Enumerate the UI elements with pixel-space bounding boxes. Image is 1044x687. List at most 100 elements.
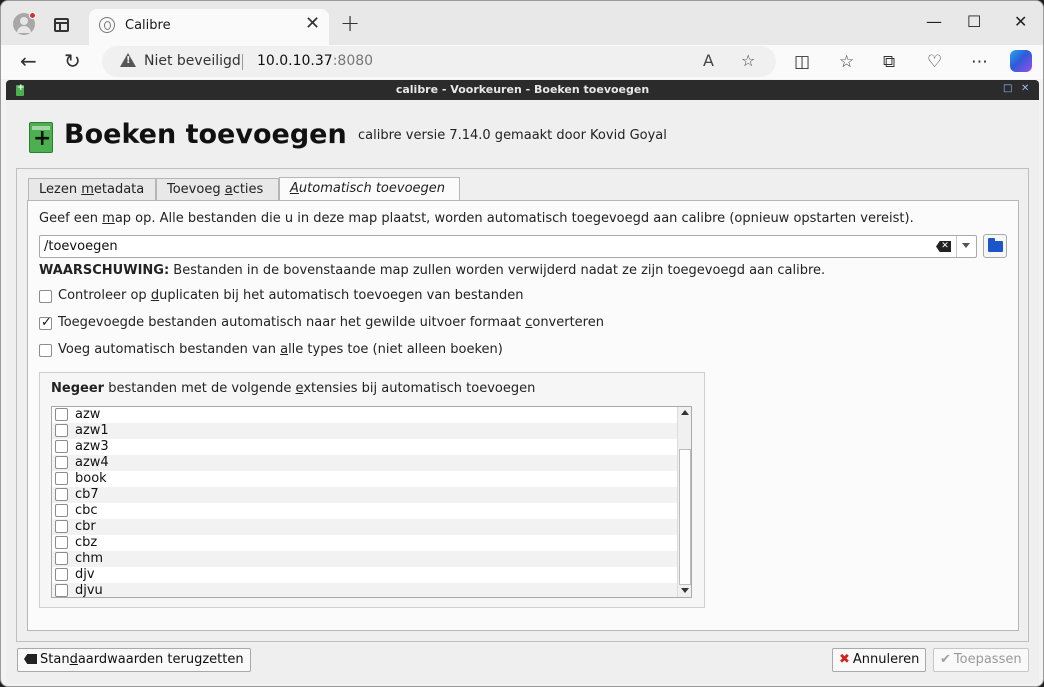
restore-defaults-button[interactable]: Standaardwaarden terugzetten [17, 648, 251, 672]
extension-label: djv [75, 567, 95, 582]
chevron-down-icon[interactable] [962, 243, 970, 248]
browser-essentials-icon[interactable]: ♡ [927, 52, 942, 72]
cancel-x-icon: ✖ [839, 652, 850, 667]
calibre-maximize-button[interactable]: □ [1003, 83, 1012, 94]
extension-label: azw3 [75, 439, 109, 454]
add-all-types-label[interactable]: Voeg automatisch bestanden van alle type… [58, 342, 503, 357]
extension-label: chm [75, 551, 104, 566]
tab-title: Calibre [125, 18, 171, 33]
list-scrollbar[interactable] [677, 407, 691, 597]
ignore-extensions-group: Negeer bestanden met de volgende extensi… [39, 372, 705, 608]
extension-checkbox[interactable] [55, 504, 68, 517]
extension-checkbox[interactable] [55, 440, 68, 453]
window-maximize-button[interactable]: ☐ [967, 13, 981, 31]
more-menu-icon[interactable]: ⋯ [971, 52, 988, 72]
extension-checkbox[interactable] [55, 536, 68, 549]
extension-label: azw [75, 407, 101, 422]
list-item[interactable]: djvu [52, 583, 678, 598]
list-item[interactable]: cb7 [52, 487, 678, 503]
split-screen-icon[interactable]: ◫ [794, 52, 810, 72]
favorite-star-icon[interactable]: ☆ [741, 51, 755, 71]
list-item[interactable]: chm [52, 551, 678, 567]
address-separator [242, 54, 243, 70]
apply-check-icon: ✔ [940, 652, 951, 667]
add-books-icon [29, 122, 53, 153]
extension-checkbox[interactable] [55, 584, 68, 597]
back-arrow-icon[interactable]: ← [20, 50, 37, 72]
window-minimize-button[interactable]: — [926, 13, 942, 31]
extension-checkbox[interactable] [55, 456, 68, 469]
security-label[interactable]: Niet beveiligd [144, 53, 241, 69]
list-item[interactable]: azw1 [52, 423, 678, 439]
scrollbar-thumb[interactable] [679, 449, 691, 585]
url-text[interactable]: 10.0.10.37:8080 [257, 53, 373, 69]
list-item[interactable]: cbz [52, 535, 678, 551]
ignore-extensions-label: Negeer bestanden met de volgende extensi… [51, 381, 536, 396]
tab-add-actions[interactable]: Toevoeg acties [156, 178, 279, 200]
list-item[interactable]: cbc [52, 503, 678, 519]
folder-icon [988, 238, 1003, 252]
folder-combobox[interactable]: /toevoegen ✕ [39, 235, 977, 258]
browser-toolbar: ← ↻ Niet beveiligd 10.0.10.37:8080 A ☆ ◫… [1, 45, 1043, 79]
clear-icon[interactable]: ✕ [936, 241, 951, 252]
extension-label: cbc [75, 503, 98, 518]
extension-checkbox[interactable] [55, 552, 68, 565]
collections-icon[interactable]: ⧉ [883, 52, 895, 72]
browse-folder-button[interactable] [983, 234, 1007, 258]
extension-label: djvu [75, 583, 103, 598]
extension-checkbox[interactable] [55, 424, 68, 437]
auto-convert-label[interactable]: Toegevoegde bestanden automatisch naar h… [58, 315, 604, 330]
refresh-icon[interactable]: ↻ [64, 50, 81, 72]
extension-label: cbz [75, 535, 98, 550]
read-aloud-icon[interactable]: A [703, 51, 714, 71]
window-close-button[interactable]: ✕ [1014, 13, 1027, 31]
address-bar[interactable]: Niet beveiligd 10.0.10.37:8080 A ☆ [102, 46, 776, 77]
extension-checkbox[interactable] [55, 568, 68, 581]
preferences-dialog: Boeken toevoegen calibre versie 7.14.0 g… [6, 100, 1039, 684]
calibre-titlebar: calibre - Voorkeuren - Boeken toevoegen … [6, 80, 1039, 100]
tab-auto-add[interactable]: Automatisch toevoegen [279, 177, 460, 200]
tab-read-metadata[interactable]: Lezen metadata [28, 178, 156, 200]
extension-checkbox[interactable] [55, 520, 68, 533]
calibre-window-title: calibre - Voorkeuren - Boeken toevoegen [395, 83, 650, 96]
new-tab-button[interactable]: + [340, 11, 360, 35]
list-item[interactable]: azw3 [52, 439, 678, 455]
extension-label: cb7 [75, 487, 99, 502]
calibre-close-button[interactable]: ✕ [1021, 83, 1029, 94]
apply-button[interactable]: ✔ Toepassen [933, 648, 1029, 672]
list-item[interactable]: djv [52, 567, 678, 583]
list-item[interactable]: azw [52, 407, 678, 423]
favorites-icon[interactable]: ☆ [839, 52, 854, 72]
page-title: Boeken toevoegen [64, 119, 347, 150]
check-duplicates-label[interactable]: Controleer op duplicaten bij het automat… [58, 288, 524, 303]
tab-strip: Calibre ✕ + — ☐ ✕ [1, 1, 1043, 45]
instructions-text: Geef een map op. Alle bestanden die u in… [39, 211, 914, 226]
cancel-button[interactable]: ✖ Annuleren [832, 648, 927, 672]
list-item[interactable]: cbr [52, 519, 678, 535]
version-text: calibre versie 7.14.0 gemaakt door Kovid… [358, 128, 667, 143]
auto-convert-checkbox[interactable] [39, 315, 52, 330]
extension-checkbox[interactable] [55, 408, 68, 421]
clear-icon [24, 654, 37, 664]
tab-close-icon[interactable]: ✕ [305, 15, 320, 33]
check-duplicates-checkbox[interactable] [39, 290, 52, 303]
extension-checkbox[interactable] [55, 488, 68, 501]
extension-label: cbr [75, 519, 96, 534]
scroll-down-arrow-icon[interactable] [681, 588, 689, 593]
browser-window: Calibre ✕ + — ☐ ✕ ← ↻ Niet beveiligd 10.… [0, 0, 1044, 687]
browser-tab-calibre[interactable]: Calibre ✕ [89, 9, 329, 45]
scroll-up-arrow-icon[interactable] [681, 410, 689, 415]
extensions-list[interactable]: azw azw1 azw3 azw4 book cb7 cbc cbr cbz chm djv djv… [51, 406, 692, 598]
list-item[interactable]: azw4 [52, 455, 678, 471]
list-item[interactable]: book [52, 471, 678, 487]
add-all-types-checkbox[interactable] [39, 344, 52, 357]
warning-icon [120, 53, 136, 67]
profile-notification-dot [29, 12, 36, 19]
calibre-favicon-icon [99, 17, 115, 33]
folder-path-value[interactable]: /toevoegen [44, 239, 118, 254]
copilot-icon[interactable] [1010, 50, 1032, 72]
combo-separator [956, 236, 957, 257]
extension-checkbox[interactable] [55, 472, 68, 485]
warning-text: WAARSCHUWING: Bestanden in de bovenstaan… [39, 263, 826, 278]
tab-actions-icon[interactable] [54, 18, 69, 32]
